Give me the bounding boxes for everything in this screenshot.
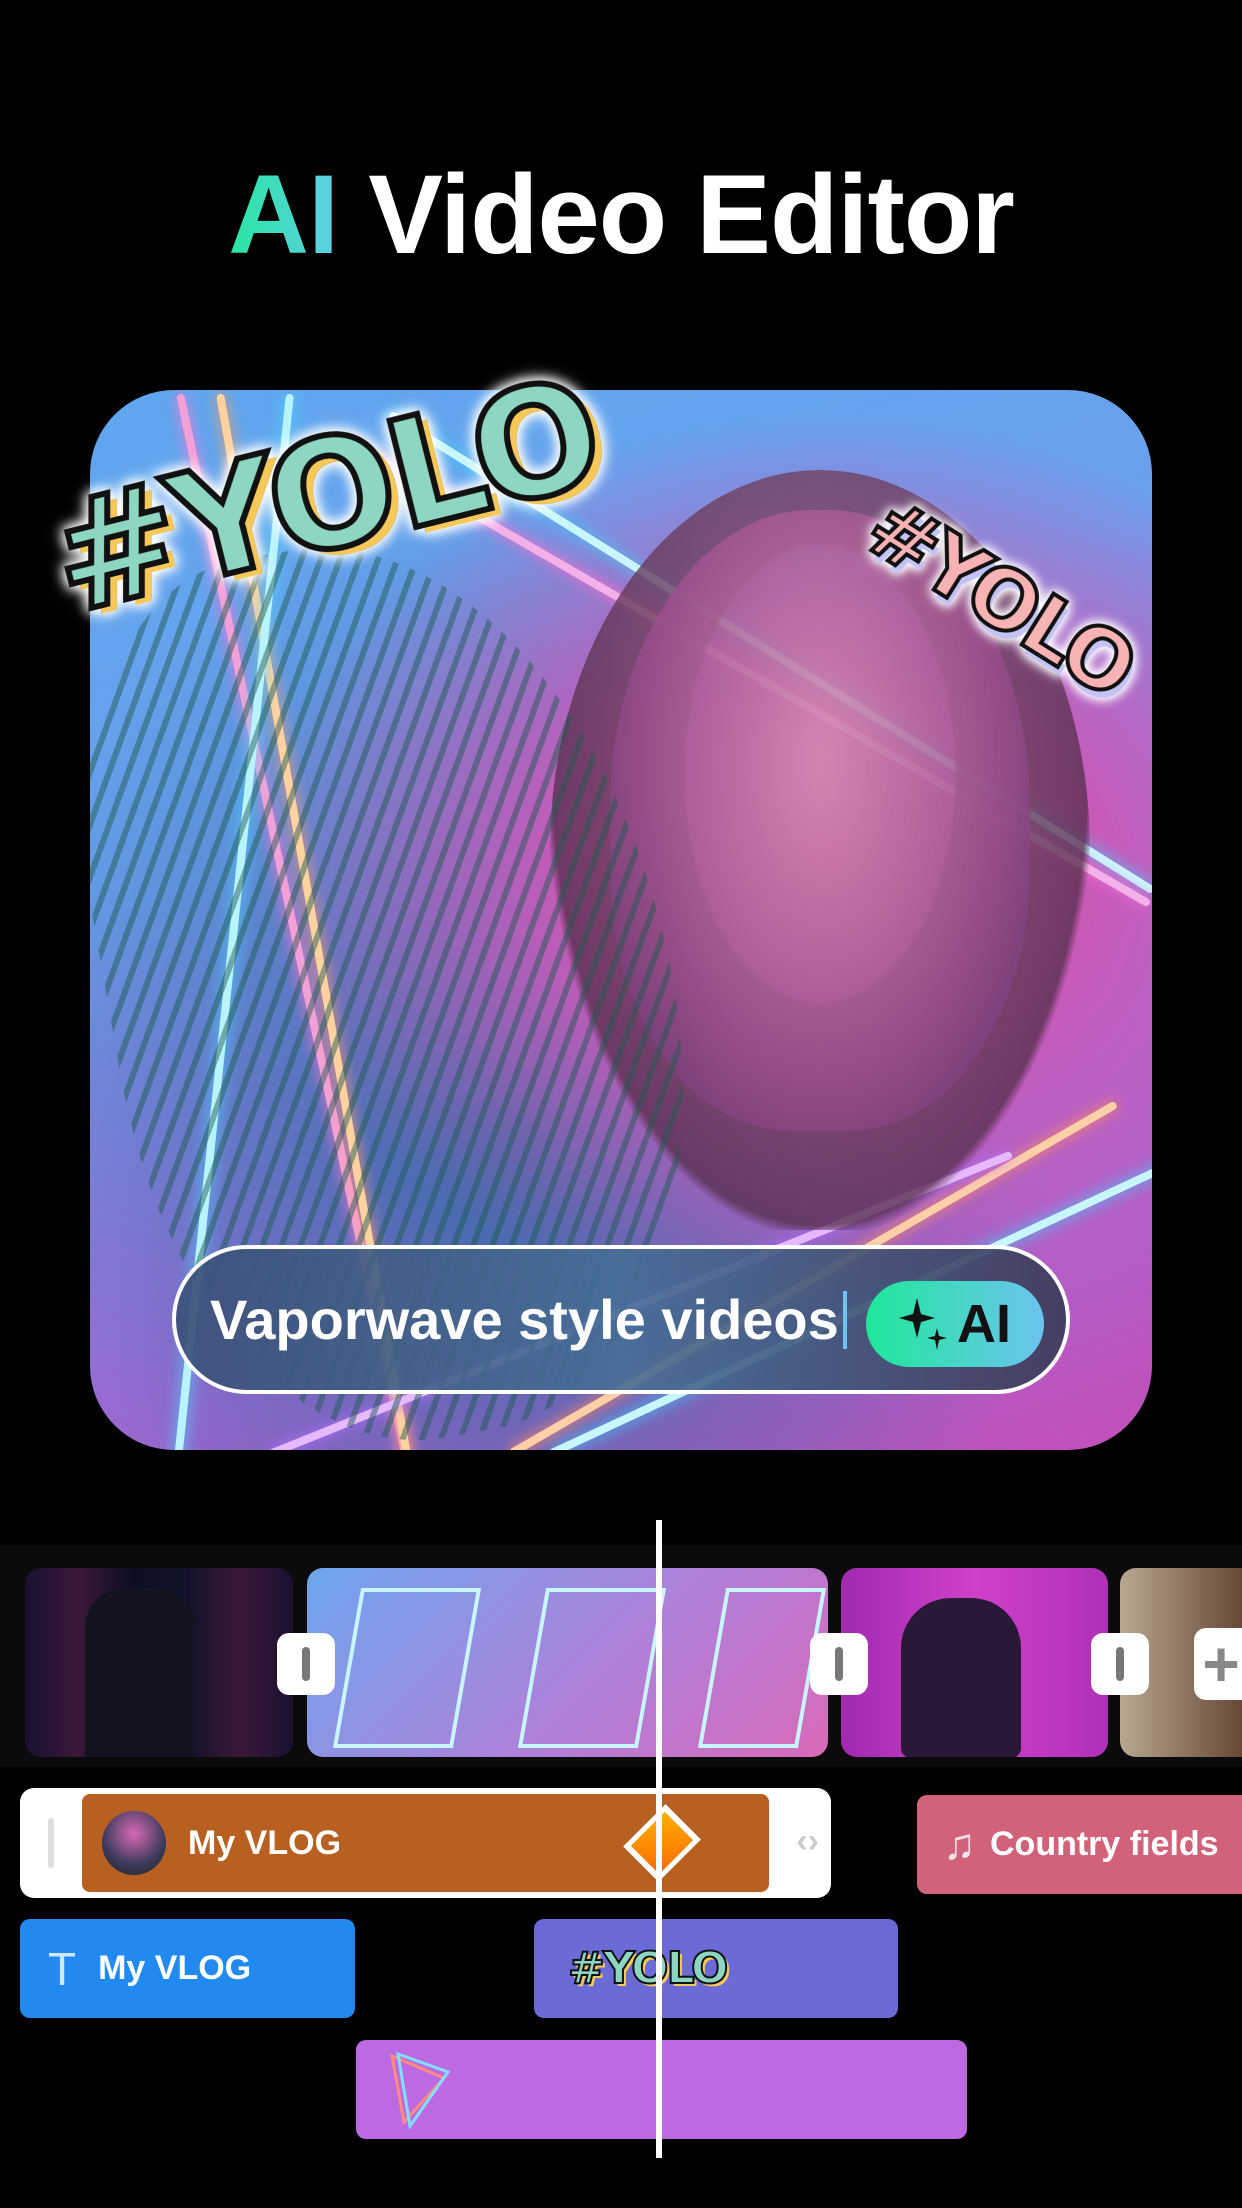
prompt-input[interactable]: Vaporwave style videos AI: [172, 1245, 1070, 1394]
ai-generate-button[interactable]: AI: [866, 1281, 1044, 1367]
transition-handle[interactable]: [277, 1633, 335, 1695]
vaporwave-clip[interactable]: [307, 1568, 828, 1757]
right-trim-handle-icon[interactable]: ‹›: [796, 1822, 819, 1861]
woman-pink-clip[interactable]: [841, 1568, 1108, 1757]
text-icon: T: [48, 1942, 77, 1995]
page-title: AI Video Editor: [228, 152, 1015, 277]
triangle-effect-icon: [390, 2051, 451, 2130]
playhead[interactable]: [656, 1520, 662, 2158]
left-trim-handle[interactable]: [48, 1818, 54, 1868]
music-clip[interactable]: ♫ Country fields: [917, 1795, 1242, 1894]
vlog-clip-selected[interactable]: My VLOG ‹›: [20, 1788, 831, 1898]
add-clip-button[interactable]: +: [1194, 1628, 1242, 1700]
clip-avatar: [102, 1811, 166, 1875]
plus-icon: +: [1202, 1628, 1240, 1700]
sparkles-icon: [899, 1298, 947, 1350]
sticker-clip[interactable]: #YOLO: [534, 1919, 898, 2018]
transition-handle[interactable]: [810, 1633, 868, 1695]
transition-handle[interactable]: [1091, 1633, 1149, 1695]
video-track[interactable]: +: [0, 1545, 1242, 1767]
man-neon-clip[interactable]: [25, 1568, 293, 1757]
text-clip[interactable]: T My VLOG: [20, 1919, 355, 2018]
music-note-icon: ♫: [943, 1819, 976, 1869]
text-caret: [842, 1290, 847, 1349]
keyframe-diamond-icon[interactable]: [623, 1804, 701, 1882]
